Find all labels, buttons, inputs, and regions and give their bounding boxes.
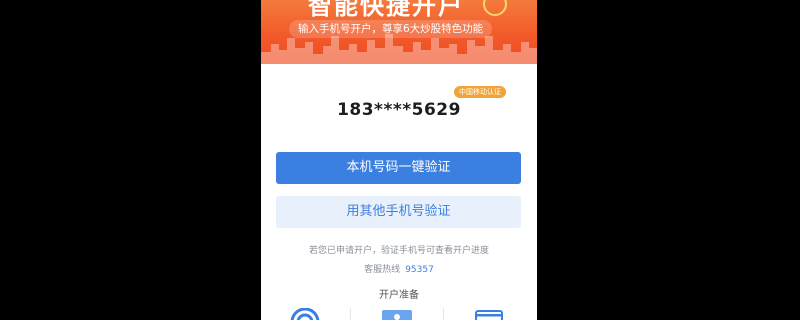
- one-click-verify-button[interactable]: 本机号码一键验证: [276, 152, 521, 184]
- masked-phone-number: 183****5629: [337, 100, 461, 120]
- id-card-icon: [382, 310, 412, 320]
- hotline-row: 客服热线 95357: [261, 262, 537, 275]
- bank-card-icon: [475, 310, 503, 320]
- promo-banner: 智能快捷开户 输入手机号开户，尊享6大炒股特色功能: [261, 0, 537, 64]
- hotline-number-link[interactable]: 95357: [405, 265, 434, 275]
- wifi-icon: [290, 308, 320, 320]
- carrier-cert-badge: 中国移动认证: [454, 86, 506, 98]
- hotline-label: 客服热线: [364, 265, 401, 275]
- banner-subtitle: 输入手机号开户，尊享6大炒股特色功能: [289, 20, 493, 38]
- progress-note: 若您已申请开户，验证手机号可查看开户进度: [308, 246, 489, 256]
- preparation-title: 开户准备: [379, 290, 419, 301]
- banner-title: 智能快捷开户: [308, 0, 464, 20]
- icon-divider: [443, 308, 444, 320]
- phone-screen: 智能快捷开户 输入手机号开户，尊享6大炒股特色功能 中国移动认证 183****…: [261, 0, 537, 320]
- icon-divider: [350, 308, 351, 320]
- other-number-verify-button[interactable]: 用其他手机号验证: [276, 196, 521, 228]
